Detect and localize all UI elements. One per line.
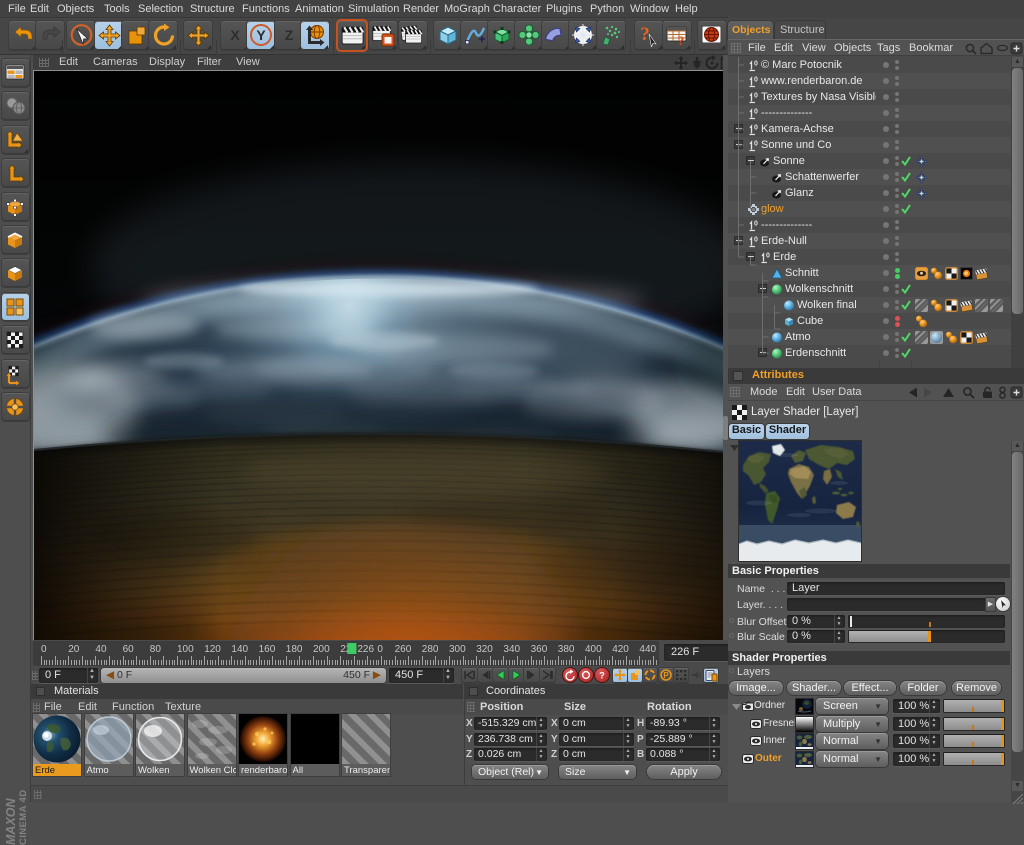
svg-text:120: 120 — [204, 644, 221, 655]
svg-text:0: 0 — [41, 644, 47, 655]
svg-text:0: 0 — [754, 237, 758, 244]
svg-text:140: 140 — [231, 644, 248, 655]
svg-text:0: 0 — [754, 109, 758, 116]
svg-text:60: 60 — [123, 644, 135, 655]
svg-text:420: 420 — [612, 644, 629, 655]
svg-text:0: 0 — [754, 221, 758, 228]
svg-text:320: 320 — [476, 644, 493, 655]
svg-text:?: ? — [640, 24, 650, 45]
svg-text:X: X — [230, 27, 240, 43]
svg-text:0: 0 — [754, 61, 758, 68]
svg-text:400: 400 — [585, 644, 602, 655]
svg-text:P: P — [663, 671, 669, 680]
svg-text:0: 0 — [754, 77, 758, 84]
svg-text:280: 280 — [422, 644, 439, 655]
svg-text:?: ? — [599, 671, 605, 681]
svg-text:Y: Y — [256, 27, 266, 43]
svg-text:0: 0 — [754, 93, 758, 100]
svg-text:0: 0 — [377, 644, 383, 655]
svg-text:300: 300 — [449, 644, 466, 655]
svg-text:160: 160 — [259, 644, 276, 655]
svg-text:40: 40 — [95, 644, 107, 655]
svg-text:360: 360 — [531, 644, 548, 655]
svg-text:180: 180 — [286, 644, 303, 655]
svg-text:80: 80 — [150, 644, 162, 655]
svg-text:440: 440 — [639, 644, 656, 655]
svg-text:380: 380 — [558, 644, 575, 655]
svg-text:200: 200 — [313, 644, 330, 655]
svg-text:100: 100 — [177, 644, 194, 655]
svg-text:340: 340 — [503, 644, 520, 655]
svg-text:0: 0 — [754, 125, 758, 132]
svg-text:?: ? — [678, 33, 685, 47]
svg-text:0: 0 — [766, 253, 770, 260]
svg-text:Z: Z — [285, 27, 294, 43]
svg-text:0: 0 — [754, 141, 758, 148]
svg-text:226: 226 — [357, 644, 374, 655]
svg-text:20: 20 — [68, 644, 80, 655]
svg-text:260: 260 — [395, 644, 412, 655]
